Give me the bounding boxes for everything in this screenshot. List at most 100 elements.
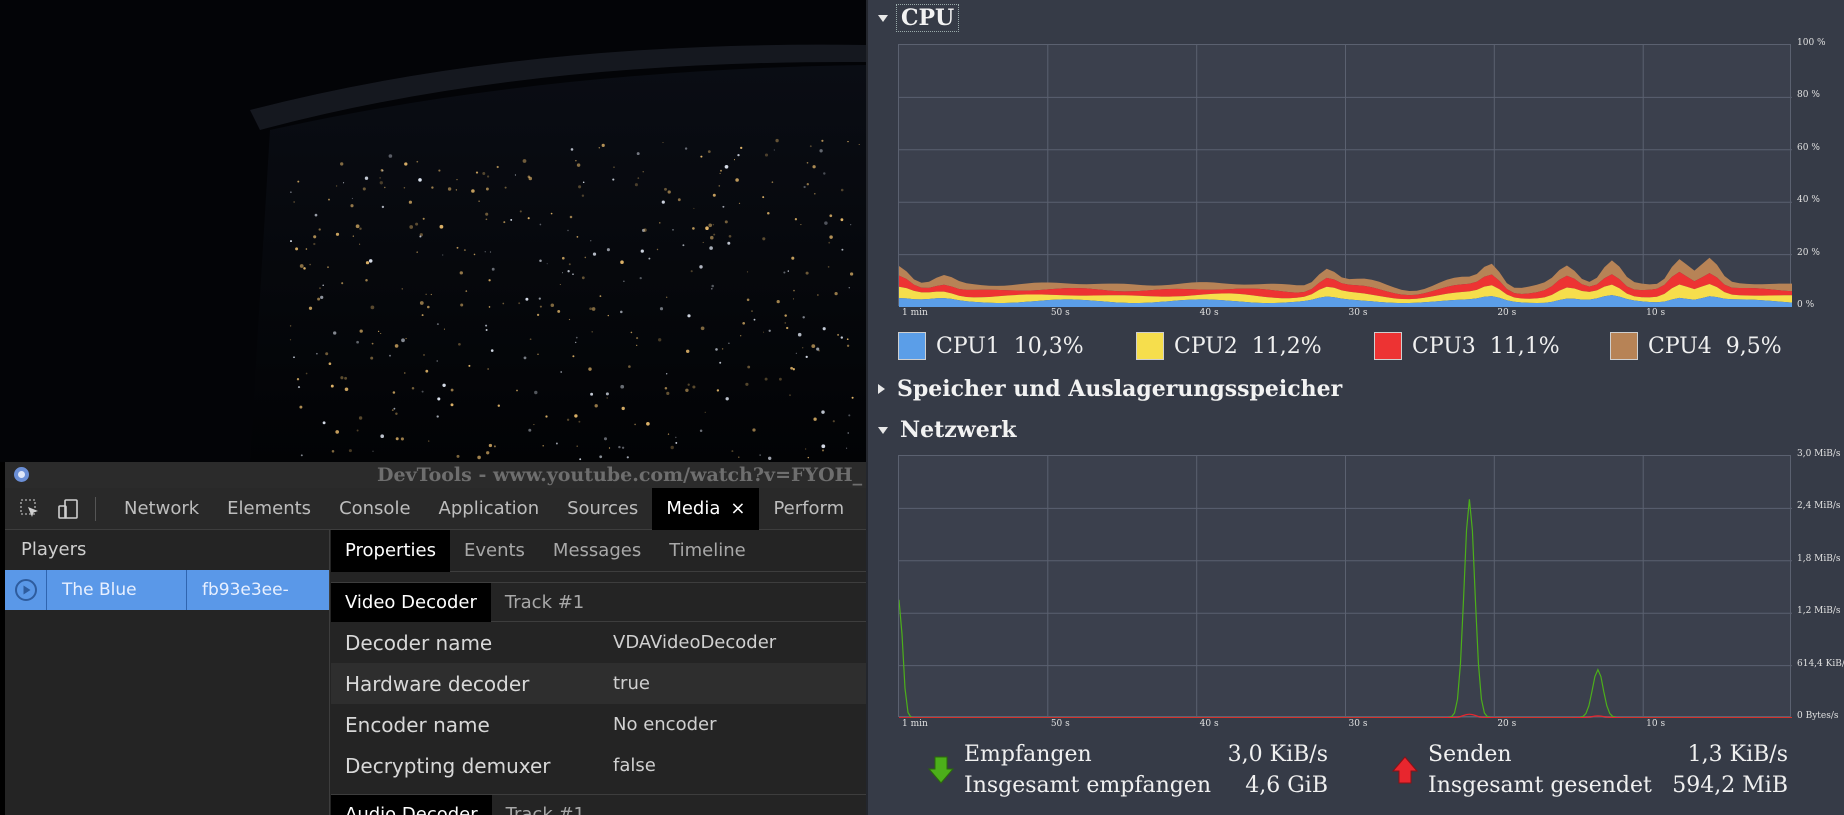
player-name: The Blue xyxy=(47,570,187,610)
cpu3-color-swatch[interactable] xyxy=(1374,332,1402,360)
network-y-tick-label: 1,2 MiB/s xyxy=(1797,606,1841,617)
close-tab-icon[interactable]: × xyxy=(730,498,745,519)
cpu-value: 9,5% xyxy=(1725,333,1782,359)
tab-console[interactable]: Console xyxy=(325,488,424,530)
sent-label: Senden xyxy=(1428,742,1512,767)
earth-night-image xyxy=(0,0,866,462)
tab-events[interactable]: Events xyxy=(450,530,539,572)
sent-total-label: Insgesamt gesendet xyxy=(1428,773,1652,798)
cpu-y-tick-label: 0 % xyxy=(1797,300,1815,310)
received-total-label: Insgesamt empfangen xyxy=(964,773,1212,798)
cpu4-color-swatch[interactable] xyxy=(1610,332,1638,360)
network-y-tick-label: 614,4 KiB/s xyxy=(1797,658,1844,669)
toolbar-divider xyxy=(95,496,96,521)
cpu-history-graph xyxy=(898,44,1792,307)
cpu-legend-item: CPU3 11,1% xyxy=(1374,332,1560,360)
tab-properties[interactable]: Properties xyxy=(331,530,450,572)
cpu-name: CPU2 xyxy=(1174,333,1238,359)
cpu-x-tick-label: 1 min xyxy=(902,308,928,318)
cpu-value: 11,1% xyxy=(1489,333,1560,359)
cpu-x-tick-label: 40 s xyxy=(1199,308,1219,318)
tab-media[interactable]: Media × xyxy=(652,487,760,530)
properties-tabbar: Properties Events Messages Timeline xyxy=(331,530,866,572)
player-id: fb93e3ee- xyxy=(202,580,289,600)
play-circle-icon[interactable] xyxy=(5,570,47,610)
chrome-icon xyxy=(14,467,29,482)
cpu-y-tick-label: 80 % xyxy=(1797,90,1820,101)
tab-timeline[interactable]: Timeline xyxy=(655,530,760,572)
network-y-tick-label: 2,4 MiB/s xyxy=(1797,501,1841,512)
expand-triangle-icon[interactable] xyxy=(878,426,888,434)
cpu-section-header[interactable]: CPU xyxy=(878,4,960,32)
devtools-tabbar: Network Elements Console Application Sou… xyxy=(5,487,866,530)
network-x-tick-label: 50 s xyxy=(1050,719,1070,729)
received-label: Empfangen xyxy=(964,742,1092,767)
property-row: Decrypting demuxer false xyxy=(331,745,866,786)
tab-sources[interactable]: Sources xyxy=(553,488,652,530)
devtools-window: DevTools - www.youtube.com/watch?v=FYOH_… xyxy=(5,462,866,815)
devtools-titlebar: DevTools - www.youtube.com/watch?v=FYOH_ xyxy=(5,462,866,488)
property-row: Hardware decoder true xyxy=(331,663,866,704)
tab-network[interactable]: Network xyxy=(110,488,213,530)
expand-triangle-icon[interactable] xyxy=(878,14,888,22)
players-pane: Players The Blue fb93e3ee- xyxy=(5,530,330,815)
property-row: Encoder name No encoder xyxy=(331,704,866,745)
cpu-legend: CPU1 10,3% CPU2 11,2% CPU3 11,1% CPU4 9,… xyxy=(898,332,1788,364)
cpu2-color-swatch[interactable] xyxy=(1136,332,1164,360)
video-frame[interactable] xyxy=(0,0,866,462)
network-y-tick-label: 1,8 MiB/s xyxy=(1797,553,1841,564)
cpu-value: 10,3% xyxy=(1013,333,1084,359)
cpu-legend-item: CPU4 9,5% xyxy=(1610,332,1782,360)
tab-messages[interactable]: Messages xyxy=(539,530,655,572)
tab-video-track[interactable]: Track #1 xyxy=(491,583,598,622)
device-toolbar-icon[interactable] xyxy=(55,496,81,522)
network-x-tick-label: 40 s xyxy=(1199,719,1219,729)
network-title: Netzwerk xyxy=(900,417,1017,443)
property-key: Encoder name xyxy=(345,712,490,737)
memory-section-header[interactable]: Speicher und Auslagerungsspeicher xyxy=(878,376,1342,402)
cpu-value: 11,2% xyxy=(1251,333,1322,359)
cpu-legend-item: CPU1 10,3% xyxy=(898,332,1084,360)
tab-performance[interactable]: Perform xyxy=(759,488,858,530)
received-total: 4,6 GiB xyxy=(1245,773,1328,798)
cpu-name: CPU1 xyxy=(936,333,1000,359)
player-row[interactable]: The Blue fb93e3ee- xyxy=(5,570,329,610)
cpu1-color-swatch[interactable] xyxy=(898,332,926,360)
cpu-y-tick-label: 40 % xyxy=(1797,195,1820,206)
network-y-tick-label: 0 Bytes/s xyxy=(1797,711,1839,721)
property-key: Decoder name xyxy=(345,630,493,655)
network-section-header[interactable]: Netzwerk xyxy=(878,417,1017,443)
memory-title: Speicher und Auslagerungsspeicher xyxy=(897,376,1343,402)
network-x-tick-label: 10 s xyxy=(1646,719,1666,729)
video-decoder-tabbar: Video Decoder Track #1 xyxy=(331,582,866,622)
cpu-y-tick-label: 60 % xyxy=(1797,142,1820,153)
devtools-title: DevTools - www.youtube.com/watch?v=FYOH_ xyxy=(377,464,863,486)
tab-video-decoder[interactable]: Video Decoder xyxy=(331,583,491,622)
cpu-name: CPU3 xyxy=(1412,333,1476,359)
tab-application[interactable]: Application xyxy=(425,488,554,530)
sent-block: Senden 1,3 KiB/s Insgesamt gesendet 594,2 … xyxy=(1392,742,1788,804)
property-row: Decoder name VDAVideoDecoder xyxy=(331,622,866,663)
network-x-tick-label: 20 s xyxy=(1497,719,1517,729)
cpu-x-tick-label: 50 s xyxy=(1050,308,1070,318)
sent-rate: 1,3 KiB/s xyxy=(1687,742,1788,767)
sent-total: 594,2 MiB xyxy=(1672,773,1788,798)
inspect-element-icon[interactable] xyxy=(17,496,43,522)
property-value: No encoder xyxy=(613,714,717,735)
tab-audio-track[interactable]: Track #1 xyxy=(492,795,599,815)
received-block: Empfangen 3,0 KiB/s Insgesamt empfangen 4,… xyxy=(928,742,1328,804)
collapse-triangle-icon[interactable] xyxy=(878,384,885,394)
network-history-graph xyxy=(898,455,1792,718)
network-legend: Empfangen 3,0 KiB/s Insgesamt empfangen 4,… xyxy=(928,742,1788,808)
cpu-name: CPU4 xyxy=(1648,333,1712,359)
property-key: Decrypting demuxer xyxy=(345,753,551,778)
cpu-x-tick-label: 20 s xyxy=(1497,308,1517,318)
audio-decoder-tabbar: Audio Decoder Track #1 xyxy=(331,794,866,815)
tab-elements[interactable]: Elements xyxy=(213,488,325,530)
players-header: Players xyxy=(21,539,87,560)
tab-media-label: Media xyxy=(666,497,721,519)
tab-audio-decoder[interactable]: Audio Decoder xyxy=(331,795,492,815)
property-value: true xyxy=(613,673,650,694)
system-monitor: CPU CPU1 10,3% CPU2 11,2% CPU3 11,1% CPU… xyxy=(866,0,1844,815)
cpu-y-tick-label: 100 % xyxy=(1797,38,1826,48)
